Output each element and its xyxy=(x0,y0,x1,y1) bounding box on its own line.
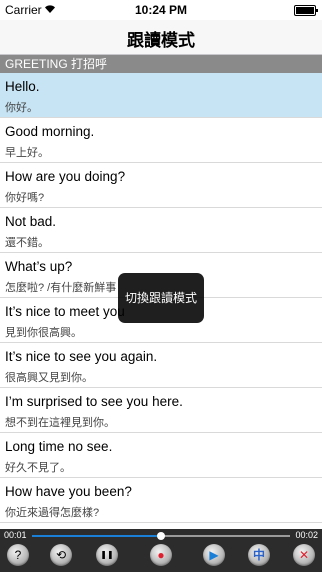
chinese-toggle-icon: 中 xyxy=(252,548,265,562)
navigation-bar: 跟讀模式 xyxy=(0,20,322,55)
phrase-english: Long time no see. xyxy=(5,439,113,454)
progress-fill xyxy=(32,535,161,537)
chinese-button[interactable]: 中 xyxy=(248,544,270,566)
cross-icon: ✕ xyxy=(298,548,310,562)
battery-icon xyxy=(294,5,318,16)
play-icon: ▶ xyxy=(209,548,219,562)
phrase-chinese: 還不錯。 xyxy=(5,237,49,249)
repeat-icon: ⟲ xyxy=(55,548,67,562)
phrase-row[interactable]: Hello. 你好。 xyxy=(0,73,322,118)
phrase-row[interactable]: Long time no see. 好久不見了。 xyxy=(0,433,322,478)
repeat-button[interactable]: ⟲ xyxy=(50,544,72,566)
phrase-chinese: 你好。 xyxy=(5,102,38,114)
phrase-english: Not bad. xyxy=(5,214,57,229)
clock: 10:24 PM xyxy=(134,3,188,17)
phrase-row[interactable]: How are you doing? 你好嗎? xyxy=(0,163,322,208)
phrase-row[interactable]: How have you been? 你近來過得怎麼樣? xyxy=(0,478,322,523)
phrase-chinese: 你好嗎? xyxy=(5,192,45,204)
record-icon: ● xyxy=(157,548,165,562)
phrase-chinese: 想不到在這裡見到你。 xyxy=(5,417,115,429)
status-bar: Carrier 10:24 PM xyxy=(0,0,322,20)
phrase-english: What’s up? xyxy=(5,259,73,274)
phrase-row[interactable]: I’m surprised to see you here. 想不到在這裡見到你。 xyxy=(0,388,322,433)
pause-button[interactable]: ❚❚ xyxy=(96,544,118,566)
phrase-english: Good morning. xyxy=(5,124,95,139)
section-header: GREETING 打招呼 xyxy=(0,55,322,73)
phrase-english: Hello. xyxy=(5,79,40,94)
phrase-english: How are you doing? xyxy=(5,169,126,184)
total-time: 00:02 xyxy=(295,530,318,540)
help-icon: ? xyxy=(14,548,22,562)
shuffle-off-button[interactable]: ✕ xyxy=(293,544,315,566)
phrase-english: How have you been? xyxy=(5,484,132,499)
phrase-chinese: 你近來過得怎麼樣? xyxy=(5,507,100,519)
phrase-english: It’s nice to see you again. xyxy=(5,349,158,364)
phrase-row[interactable]: Good morning. 早上好。 xyxy=(0,118,322,163)
phrase-english: It’s nice to meet you xyxy=(5,304,125,319)
phrase-chinese: 早上好。 xyxy=(5,147,49,159)
phrase-row[interactable]: Not bad. 還不錯。 xyxy=(0,208,322,253)
pause-icon: ❚❚ xyxy=(100,550,114,559)
phrase-chinese: 怎麼啦? /有什麼新鮮事 xyxy=(5,282,117,294)
current-time: 00:01 xyxy=(4,530,27,540)
player-bar: 00:01 00:02 ? ⟲ ❚❚ ● ▶ 中 ✕ xyxy=(0,529,322,572)
play-button[interactable]: ▶ xyxy=(203,544,225,566)
progress-knob[interactable] xyxy=(157,532,165,540)
help-button[interactable]: ? xyxy=(7,544,29,566)
phrase-row[interactable]: It’s nice to see you again. 很高興又見到你。 xyxy=(0,343,322,388)
phrase-english: I’m surprised to see you here. xyxy=(5,394,183,409)
phrase-chinese: 好久不見了。 xyxy=(5,462,71,474)
record-button[interactable]: ● xyxy=(150,544,172,566)
phrase-chinese: 見到你很高興。 xyxy=(5,327,82,339)
page-title: 跟讀模式 xyxy=(127,31,195,50)
progress-slider[interactable] xyxy=(32,532,290,540)
mode-toast: 切換跟讀模式 xyxy=(118,273,204,323)
phrase-chinese: 很高興又見到你。 xyxy=(5,372,93,384)
